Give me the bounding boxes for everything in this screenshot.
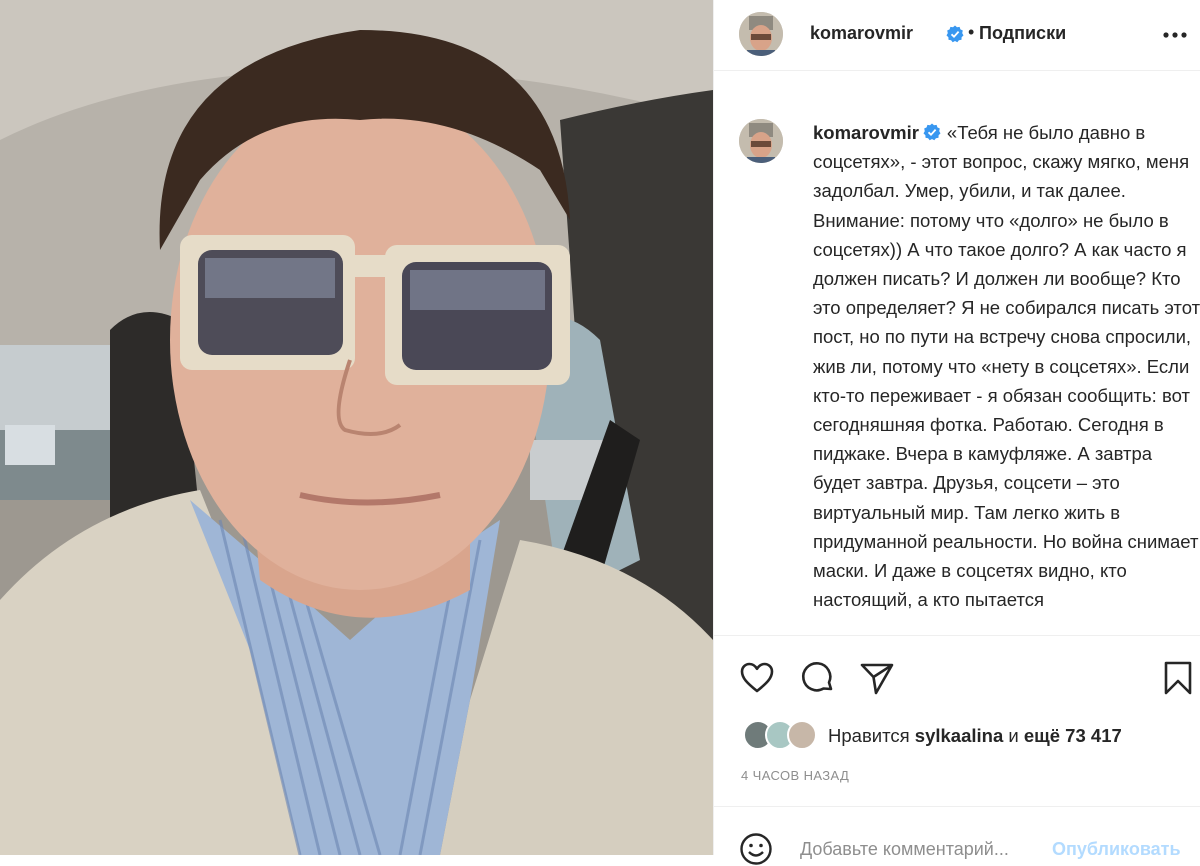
selfie-photo-illustration	[0, 0, 713, 855]
post-header: komarovmir • Подписки	[714, 0, 1200, 71]
caption-text: «Тебя не было давно в соцсетях», - этот …	[813, 122, 1200, 611]
likes-prefix: Нравится	[828, 725, 910, 746]
avatar-image	[739, 12, 783, 56]
avatar-image	[739, 119, 783, 163]
post-side-panel: komarovmir • Подписки komarovmir «Тебя н…	[713, 0, 1200, 865]
comment-input[interactable]: Добавьте комментарий...	[800, 839, 1009, 860]
likes-summary[interactable]: Нравится sylkaalina и ещё 73 417	[828, 725, 1122, 747]
comment-bar: Добавьте комментарий... Опубликовать	[714, 806, 1200, 865]
separator-dot: •	[968, 22, 975, 42]
author-avatar[interactable]	[739, 12, 783, 56]
comment-bubble-icon[interactable]	[800, 660, 836, 696]
verified-badge-icon	[946, 25, 964, 43]
likes-section: Нравится sylkaalina и ещё 73 417	[714, 716, 1200, 760]
smiley-icon[interactable]	[739, 832, 773, 866]
post-caption: komarovmir «Тебя не было давно в соцсетя…	[813, 118, 1200, 614]
verified-badge-icon	[923, 123, 941, 141]
post-photo[interactable]	[0, 0, 713, 855]
action-bar	[714, 636, 1200, 716]
caption-section: komarovmir «Тебя не было давно в соцсетя…	[714, 71, 1200, 636]
bookmark-icon[interactable]	[1160, 660, 1196, 696]
following-button[interactable]: Подписки	[979, 23, 1066, 44]
liker-username[interactable]: sylkaalina	[915, 725, 1003, 746]
publish-button[interactable]: Опубликовать	[1052, 839, 1181, 860]
post-timestamp[interactable]: 4 ЧАСОВ НАЗАД	[741, 768, 849, 783]
heart-icon[interactable]	[739, 660, 775, 696]
likes-connector: и	[1008, 725, 1019, 746]
caption-author-avatar[interactable]	[739, 119, 783, 163]
liker-avatar[interactable]	[787, 720, 817, 750]
likes-count[interactable]: ещё 73 417	[1024, 725, 1122, 746]
paper-plane-icon[interactable]	[859, 660, 895, 696]
caption-username[interactable]: komarovmir	[813, 122, 919, 143]
author-username[interactable]: komarovmir	[810, 23, 913, 44]
more-options-icon[interactable]	[1162, 27, 1188, 43]
